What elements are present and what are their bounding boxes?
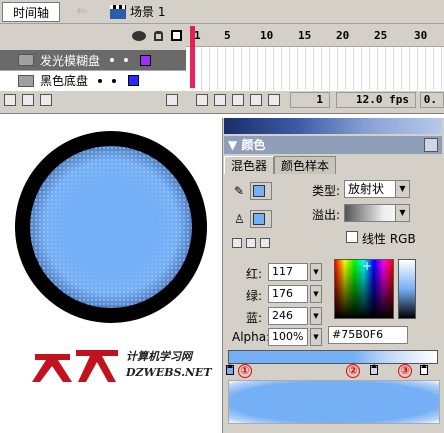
linear-rgb-label: 线性 RGB [362, 232, 416, 246]
tab-mixer[interactable]: 混色器 [224, 156, 275, 174]
panel-menu-icon[interactable] [424, 138, 438, 152]
tab-swatches[interactable]: 颜色样本 [274, 156, 337, 174]
red-spinner[interactable]: ▼ [310, 263, 322, 281]
red-input[interactable]: 117 [268, 263, 308, 281]
marker-3: ③ [398, 364, 412, 378]
frame-grid[interactable] [186, 46, 444, 90]
center-frame-icon[interactable] [196, 94, 208, 106]
timeline-tab[interactable]: 时间轴 [2, 2, 60, 22]
green-label: 绿: [246, 289, 263, 303]
scene-breadcrumb[interactable]: 场景 1 [110, 3, 165, 20]
gradient-preview [228, 380, 440, 424]
swap-colors-icon[interactable] [260, 238, 270, 248]
back-arrow-icon[interactable]: ⇐ [70, 4, 94, 20]
ruler-label: 10 [260, 29, 274, 42]
blue-input[interactable]: 246 [268, 307, 308, 325]
stroke-color-button[interactable] [250, 182, 272, 200]
linear-rgb-checkbox[interactable] [346, 231, 358, 243]
ruler-label: 15 [298, 29, 312, 42]
fill-color-button[interactable] [250, 210, 272, 228]
panel-title: 颜色 [241, 138, 266, 152]
chevron-down-icon[interactable]: ▼ [395, 181, 409, 197]
ruler-label: 25 [374, 29, 388, 42]
playhead[interactable] [190, 26, 195, 88]
elapsed-time: 0. [420, 92, 444, 108]
add-guide-icon[interactable] [22, 94, 34, 106]
crosshair-icon: + [362, 259, 373, 273]
brand-logo [32, 350, 118, 382]
pencil-icon: ✎ [234, 184, 245, 198]
outline-icon[interactable] [171, 30, 182, 41]
lock-dot[interactable] [112, 78, 117, 83]
brightness-slider[interactable] [398, 259, 416, 319]
black-white-icon[interactable] [232, 238, 242, 248]
add-folder-icon[interactable] [40, 94, 52, 106]
green-spinner[interactable]: ▼ [310, 285, 322, 303]
alpha-label: Alpha: [232, 330, 271, 344]
layer-row[interactable]: 黑色底盘 [0, 70, 186, 90]
panel-gradient-strip [224, 118, 442, 134]
layer-row[interactable]: 发光模糊盘 [0, 50, 186, 70]
blue-label: 蓝: [246, 311, 263, 325]
gradient-bar[interactable] [228, 350, 438, 364]
color-panel-header[interactable]: ▼ 颜色 [224, 136, 442, 154]
layer-icon [18, 54, 34, 66]
overflow-select[interactable]: ▼ [344, 204, 410, 222]
red-label: 红: [246, 267, 263, 281]
marker-2: ② [346, 364, 360, 378]
layer-name: 发光模糊盘 [40, 53, 101, 68]
fill-type-value: 放射状 [348, 182, 385, 196]
overflow-label: 溢出: [312, 208, 341, 222]
color-panel-tabs: 混色器 颜色样本 [224, 156, 442, 174]
add-layer-icon[interactable] [4, 94, 16, 106]
marker-1: ① [238, 364, 252, 378]
no-color-icon[interactable] [246, 238, 256, 248]
type-label: 类型: [312, 184, 341, 198]
dither-overlay [30, 146, 192, 308]
clapper-icon [110, 4, 126, 19]
gradient-stop[interactable] [420, 364, 428, 375]
layer-name: 黑色底盘 [40, 74, 89, 88]
alpha-input[interactable]: 100% [268, 328, 308, 346]
layer-icon [18, 74, 34, 87]
lock-dot[interactable] [124, 58, 129, 62]
blue-spinner[interactable]: ▼ [310, 307, 322, 325]
lock-icon[interactable] [154, 30, 163, 41]
eye-icon[interactable] [132, 30, 146, 41]
visibility-dot[interactable] [98, 78, 103, 83]
ruler-label: 20 [336, 29, 350, 42]
frame-rate: 12.0 fps [336, 92, 416, 108]
chevron-down-icon[interactable]: ▼ [395, 205, 409, 221]
watermark-cn: 计算机学习网 [126, 350, 192, 363]
onion-outline-icon[interactable] [232, 94, 244, 106]
watermark-en: DZWEBS.NET [126, 366, 212, 379]
current-frame: 1 [290, 92, 330, 108]
gradient-stop[interactable] [370, 364, 378, 375]
onion-markers-icon[interactable] [268, 94, 280, 106]
onion-skin-icon[interactable] [214, 94, 226, 106]
delete-layer-icon[interactable] [166, 94, 178, 106]
edit-multiple-icon[interactable] [250, 94, 262, 106]
scene-label: 场景 1 [130, 5, 166, 19]
fill-type-select[interactable]: 放射状 ▼ [344, 180, 410, 198]
layer-header-icons [132, 30, 182, 41]
ruler-label: 5 [224, 29, 231, 42]
bucket-icon: ♙ [234, 212, 245, 226]
timeline-toolbar [0, 0, 444, 24]
hex-input[interactable]: #75B0F6 [328, 326, 408, 344]
layer-color-swatch[interactable] [128, 75, 140, 86]
gradient-stop[interactable] [226, 364, 234, 375]
green-input[interactable]: 176 [268, 285, 308, 303]
layer-color-swatch[interactable] [140, 54, 152, 66]
frame-ruler[interactable]: 1 5 10 15 20 25 30 [186, 26, 444, 46]
alpha-spinner[interactable]: ▼ [310, 328, 322, 346]
ruler-label: 30 [414, 29, 428, 42]
collapse-arrow-icon[interactable]: ▼ [228, 138, 241, 152]
visibility-dot[interactable] [110, 58, 115, 62]
